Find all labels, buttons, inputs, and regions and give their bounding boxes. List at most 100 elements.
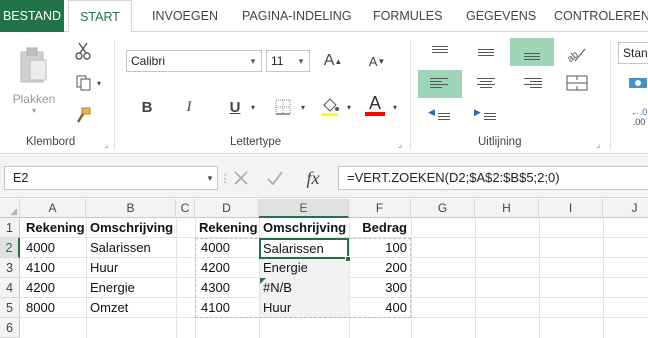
gridline xyxy=(603,218,604,338)
borders-button[interactable] xyxy=(272,96,294,118)
font-color-button[interactable]: A xyxy=(364,92,386,118)
tab-pagina-indeling[interactable]: PAGINA-INDELING xyxy=(242,0,352,32)
currency-button[interactable] xyxy=(626,72,648,94)
increase-font-button[interactable]: A ▲ xyxy=(322,50,344,72)
chevron-down-icon[interactable]: ▾ xyxy=(245,51,261,71)
enter-button[interactable] xyxy=(264,167,286,189)
column-header[interactable]: J xyxy=(603,199,648,218)
chevron-down-icon[interactable]: ▾ xyxy=(390,96,400,118)
align-left-button[interactable] xyxy=(418,70,462,98)
cell-b1[interactable]: Omschrijving xyxy=(86,218,173,238)
tab-invoegen[interactable]: INVOEGEN xyxy=(152,0,218,32)
increase-indent-button[interactable]: ▶ xyxy=(464,104,508,132)
cell-f3[interactable]: 200 xyxy=(349,258,411,278)
error-indicator-icon[interactable] xyxy=(260,278,266,284)
cell-a3[interactable]: 4100 xyxy=(22,258,55,278)
column-header[interactable]: E xyxy=(259,199,349,218)
align-top-button[interactable] xyxy=(418,38,462,66)
bold-button[interactable]: B xyxy=(138,96,156,118)
align-center-button[interactable] xyxy=(464,70,508,98)
cell-e5[interactable]: Huur xyxy=(259,298,291,318)
dialog-launcher-icon[interactable]: ⌟ xyxy=(398,139,402,150)
chevron-down-icon[interactable]: ▾ xyxy=(344,96,354,118)
chevron-down-icon[interactable]: ▾ xyxy=(298,96,308,118)
cell-e1[interactable]: Omschrijving xyxy=(259,218,346,238)
cell-b5[interactable]: Omzet xyxy=(86,298,128,318)
cancel-button[interactable] xyxy=(230,167,252,189)
italic-button[interactable]: I xyxy=(180,96,198,118)
row-header[interactable]: 6 xyxy=(0,318,20,338)
cell-e3[interactable]: Energie xyxy=(259,258,308,278)
cell-b2[interactable]: Salarissen xyxy=(86,238,151,258)
copy-button[interactable]: ▾ xyxy=(70,72,106,94)
tab-bestand[interactable]: BESTAND xyxy=(0,0,64,32)
merge-center-button[interactable] xyxy=(564,72,590,94)
number-format-combo[interactable]: Stand xyxy=(618,42,648,64)
row-header[interactable]: 3 xyxy=(0,258,20,278)
underline-button[interactable]: U xyxy=(226,96,244,118)
tab-formules[interactable]: FORMULES xyxy=(373,0,442,32)
formula-input[interactable]: =VERT.ZOEKEN(D2;$A$2:$B$5;2;0) xyxy=(338,166,648,190)
cell-e2[interactable]: Salarissen xyxy=(259,238,349,259)
arrow-left-icon: ←.0 xyxy=(630,107,648,117)
cell-d4[interactable]: 4300 xyxy=(197,278,230,298)
column-header[interactable]: A xyxy=(20,199,86,218)
ribbon-tabs: BESTAND START INVOEGEN PAGINA-INDELING F… xyxy=(0,0,648,33)
cell-a4[interactable]: 4200 xyxy=(22,278,55,298)
chevron-down-icon[interactable]: ▾ xyxy=(293,51,309,71)
paste-button[interactable]: Plakken ▾ xyxy=(12,40,56,120)
font-name-combo[interactable]: Calibri ▾ xyxy=(126,50,262,72)
cell-f4[interactable]: 300 xyxy=(349,278,411,298)
spreadsheet-grid[interactable]: ◢ A B C D E F G H I J 1 2 3 4 5 6 Rekeni… xyxy=(0,199,648,338)
fill-color-button[interactable] xyxy=(318,94,342,118)
column-header[interactable]: H xyxy=(475,199,539,218)
column-header[interactable]: B xyxy=(86,199,176,218)
chevron-down-icon[interactable]: ▾ xyxy=(204,170,216,186)
clipboard-icon xyxy=(20,47,47,82)
row-header[interactable]: 5 xyxy=(0,298,20,318)
decrease-indent-button[interactable]: ◀ xyxy=(418,104,462,132)
cell-b3[interactable]: Huur xyxy=(86,258,118,278)
insert-function-button[interactable]: fx xyxy=(300,167,326,189)
cell-f2[interactable]: 100 xyxy=(349,238,411,258)
column-header[interactable]: F xyxy=(349,199,411,218)
cell-a2[interactable]: 4000 xyxy=(22,238,55,258)
tab-start[interactable]: START xyxy=(68,0,132,33)
column-header[interactable]: I xyxy=(539,199,603,218)
column-header[interactable]: G xyxy=(411,199,475,218)
increase-decimal-button[interactable]: ←.0 .00 xyxy=(628,102,648,132)
cell-f1[interactable]: Bedrag xyxy=(349,218,411,238)
cell-f5[interactable]: 400 xyxy=(349,298,411,318)
row-header[interactable]: 1 xyxy=(0,218,20,238)
group-separator xyxy=(410,40,411,150)
gridline xyxy=(176,218,177,338)
row-header[interactable]: 4 xyxy=(0,278,20,298)
align-right-button[interactable] xyxy=(510,70,554,98)
font-size-combo[interactable]: 11 ▾ xyxy=(266,50,310,72)
column-header[interactable]: C xyxy=(176,199,195,218)
cell-b4[interactable]: Energie xyxy=(86,278,135,298)
cell-a1[interactable]: Rekening xyxy=(22,218,85,238)
select-all-corner[interactable]: ◢ xyxy=(0,199,20,218)
orientation-button[interactable]: ab xyxy=(564,40,588,64)
tab-controleren[interactable]: CONTROLEREN xyxy=(554,0,648,32)
tab-gegevens[interactable]: GEGEVENS xyxy=(466,0,536,32)
column-header[interactable]: D xyxy=(195,199,259,218)
format-painter-button[interactable] xyxy=(72,104,94,126)
cell-d2[interactable]: 4000 xyxy=(197,238,230,258)
dialog-launcher-icon[interactable]: ⌟ xyxy=(596,139,600,150)
decrease-font-button[interactable]: A ▼ xyxy=(366,50,388,72)
dialog-launcher-icon[interactable]: ⌟ xyxy=(104,139,108,150)
group-separator xyxy=(610,40,611,150)
cell-d1[interactable]: Rekening xyxy=(195,218,258,238)
font-size-value: 11 xyxy=(271,54,284,68)
cut-button[interactable] xyxy=(72,40,94,62)
cell-d3[interactable]: 4200 xyxy=(197,258,230,278)
name-box[interactable]: E2 xyxy=(4,166,218,190)
align-bottom-button[interactable] xyxy=(510,38,554,66)
align-middle-button[interactable] xyxy=(464,38,508,66)
row-header[interactable]: 2 xyxy=(0,238,20,258)
chevron-down-icon[interactable]: ▾ xyxy=(248,96,258,118)
cell-d5[interactable]: 4100 xyxy=(197,298,230,318)
cell-a5[interactable]: 8000 xyxy=(22,298,55,318)
